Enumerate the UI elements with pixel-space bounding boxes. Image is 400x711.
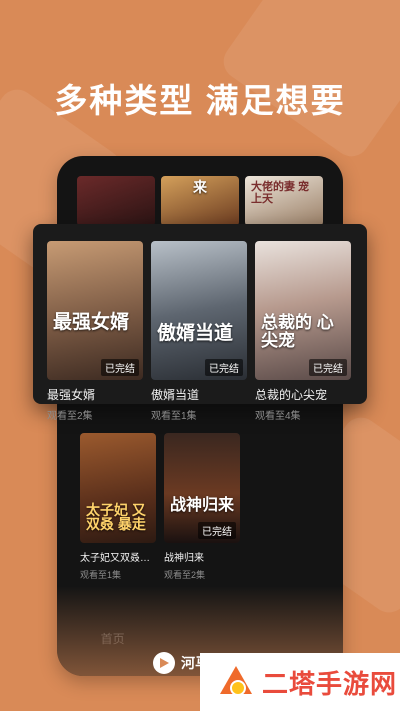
status-badge: 已完结 bbox=[205, 359, 243, 376]
top-poster[interactable]: 来 bbox=[161, 176, 239, 226]
watch-progress: 观看至1集 bbox=[80, 570, 122, 580]
promo-headline: 多种类型 满足想要 bbox=[54, 82, 346, 119]
drama-title: 总裁的心尖宠 bbox=[255, 388, 328, 402]
drama-poster[interactable]: 总裁的 心尖宠 已完结 bbox=[255, 241, 351, 380]
watch-progress: 观看至2集 bbox=[47, 411, 93, 422]
drama-poster[interactable]: 战神归来 已完结 bbox=[164, 433, 240, 543]
drama-poster[interactable]: 最强女婿 已完结 bbox=[47, 241, 143, 380]
lower-grid: 太子妃 又双叒 暴走 太子妃又双叒… 观看至1集 战神归来 已完结 战神归来 观… bbox=[80, 433, 240, 581]
watch-progress: 观看至4集 bbox=[255, 411, 301, 422]
drama-poster[interactable]: 太子妃 又双叒 暴走 bbox=[80, 433, 156, 543]
status-badge: 已完结 bbox=[309, 359, 347, 376]
drama-title: 傲婿当道 bbox=[151, 388, 200, 402]
watch-progress: 观看至1集 bbox=[151, 411, 197, 422]
top-poster[interactable] bbox=[77, 176, 155, 226]
drama-title: 战神归来 bbox=[164, 553, 204, 564]
status-badge: 已完结 bbox=[101, 359, 139, 376]
drama-item[interactable]: 太子妃 又双叒 暴走 太子妃又双叒… 观看至1集 bbox=[80, 433, 156, 581]
watermark-text: 二塔手游网 bbox=[262, 668, 398, 699]
site-watermark: 二塔手游网 bbox=[200, 653, 400, 711]
drama-poster[interactable]: 傲婿当道 已完结 bbox=[151, 241, 247, 380]
featured-grid: 最强女婿 已完结 最强女婿 观看至2集 傲婿当道 已完结 傲婿当道 观看至1集 … bbox=[47, 241, 353, 422]
status-badge: 已完结 bbox=[198, 522, 236, 539]
history-card: 最强女婿 已完结 最强女婿 观看至2集 傲婿当道 已完结 傲婿当道 观看至1集 … bbox=[33, 224, 367, 422]
drama-item[interactable]: 总裁的 心尖宠 已完结 总裁的心尖宠 观看至4集 bbox=[255, 241, 351, 422]
drama-title: 太子妃又双叒… bbox=[80, 553, 150, 564]
hippo-play-logo-icon bbox=[153, 652, 175, 674]
watermark-logo-icon bbox=[218, 664, 254, 700]
top-poster-strip: 来 大佬的妻 宠上天 bbox=[77, 176, 323, 226]
drama-item[interactable]: 傲婿当道 已完结 傲婿当道 观看至1集 bbox=[151, 241, 247, 422]
watch-progress: 观看至2集 bbox=[164, 570, 206, 580]
drama-item[interactable]: 战神归来 已完结 战神归来 观看至2集 bbox=[164, 433, 240, 581]
top-poster[interactable]: 大佬的妻 宠上天 bbox=[245, 176, 323, 226]
drama-title: 最强女婿 bbox=[47, 388, 96, 402]
drama-item[interactable]: 最强女婿 已完结 最强女婿 观看至2集 bbox=[47, 241, 143, 422]
